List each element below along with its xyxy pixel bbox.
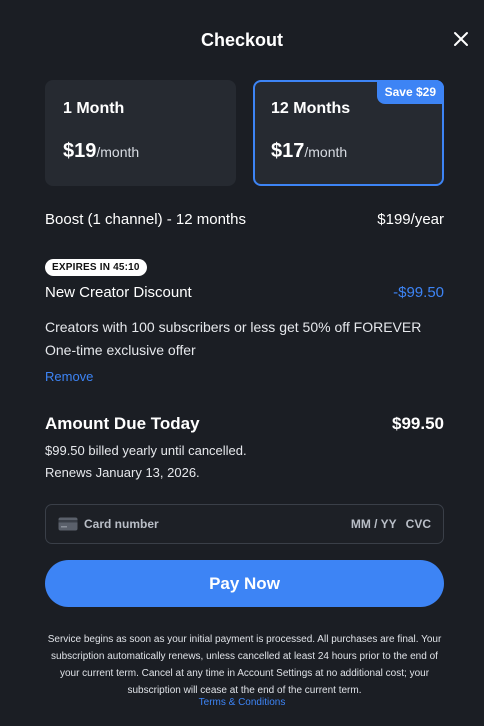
line-item-label: Boost (1 channel) - 12 months [45, 211, 246, 228]
legal-text: Service begins as soon as your initial p… [47, 634, 442, 696]
plan-name: 1 Month [63, 100, 125, 117]
discount-description-text: Creators with 100 subscribers or less ge… [45, 319, 422, 335]
card-expiry-cvc: MM / YY CVC [351, 517, 431, 531]
billing-info: $99.50 billed yearly until cancelled. Re… [45, 440, 247, 484]
plan-name: 12 Months [271, 100, 351, 117]
page-title: Checkout [200, 30, 283, 50]
plan-price: $19/month [63, 140, 139, 163]
save-badge: Save $29 [376, 80, 444, 104]
amount-due-row: Amount Due Today $99.50 [45, 414, 444, 434]
billed-text: $99.50 billed yearly until cancelled. [45, 443, 247, 458]
checkout-modal: Checkout 1 Month $19/month Save $29 12 M… [0, 0, 484, 726]
plan-price-unit: /month [304, 144, 348, 160]
card-input-field[interactable]: Card number MM / YY CVC [45, 504, 444, 544]
line-item-price: $199/year [377, 211, 444, 228]
discount-label: New Creator Discount [45, 284, 192, 301]
line-item: Boost (1 channel) - 12 months $199/year [45, 211, 444, 228]
credit-card-icon [58, 517, 78, 531]
expires-badge: EXPIRES IN 45:10 [45, 259, 147, 276]
plan-price: $17/month [271, 140, 347, 163]
plan-price-value: $19 [63, 140, 97, 162]
plan-price-unit: /month [96, 144, 140, 160]
terms-container: Terms & Conditions [0, 697, 484, 708]
amount-due-value: $99.50 [392, 414, 444, 433]
card-cvc-input[interactable]: CVC [406, 517, 431, 531]
discount-description: Creators with 100 subscribers or less ge… [45, 316, 455, 362]
remove-discount-link[interactable]: Remove [45, 369, 93, 384]
card-expiry-input[interactable]: MM / YY [351, 517, 397, 531]
card-number-input[interactable]: Card number [84, 517, 351, 531]
plan-option-1-month[interactable]: 1 Month $19/month [45, 80, 236, 186]
discount-amount: -$99.50 [393, 284, 444, 301]
discount-row: New Creator Discount -$99.50 [45, 284, 444, 301]
close-icon[interactable] [450, 28, 472, 50]
terms-link[interactable]: Terms & Conditions [199, 697, 286, 708]
discount-subtext: One-time exclusive offer [45, 342, 196, 358]
plan-option-12-months[interactable]: Save $29 12 Months $17/month [253, 80, 444, 186]
pay-now-button[interactable]: Pay Now [45, 560, 444, 607]
amount-due-label: Amount Due Today [45, 414, 200, 433]
renews-text: Renews January 13, 2026. [45, 465, 200, 480]
plan-price-value: $17 [271, 140, 305, 162]
